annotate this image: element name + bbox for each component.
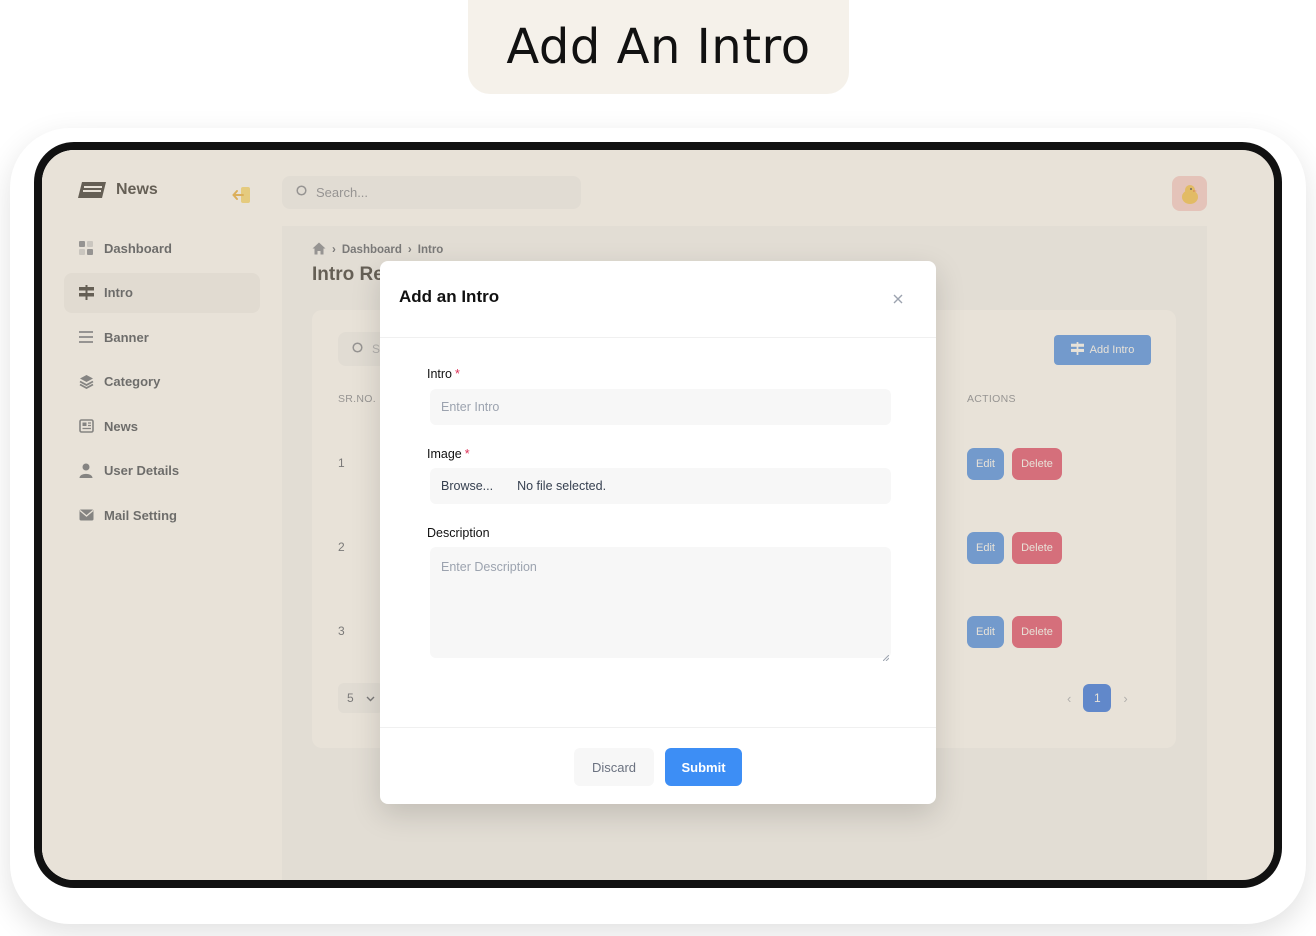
app-screen: News Dashboard Intro Banner Category New… xyxy=(42,150,1274,880)
description-textarea[interactable]: Enter Description xyxy=(430,547,891,662)
intro-label-text: Intro xyxy=(427,367,453,381)
image-label-text: Image xyxy=(427,447,462,461)
description-placeholder: Enter Description xyxy=(441,560,537,574)
submit-button[interactable]: Submit xyxy=(665,748,742,786)
modal-header: Add an Intro xyxy=(380,261,936,338)
modal-footer: Discard Submit xyxy=(380,727,936,804)
page-heading: Add An Intro xyxy=(468,0,849,94)
modal-title: Add an Intro xyxy=(399,287,500,306)
close-icon[interactable] xyxy=(890,291,906,307)
image-file-input[interactable]: Browse... No file selected. xyxy=(430,468,891,504)
browse-button[interactable]: Browse... xyxy=(441,479,493,493)
intro-input[interactable]: Enter Intro xyxy=(430,389,891,425)
add-intro-modal: Add an Intro Intro * Enter Intro Image * B… xyxy=(380,261,936,804)
intro-label: Intro * xyxy=(427,367,460,381)
file-status: No file selected. xyxy=(517,479,607,493)
intro-placeholder: Enter Intro xyxy=(441,400,500,414)
resize-handle-icon[interactable] xyxy=(882,650,890,662)
image-label: Image * xyxy=(427,447,470,461)
device-frame: News Dashboard Intro Banner Category New… xyxy=(34,142,1282,888)
discard-button[interactable]: Discard xyxy=(574,748,654,786)
required-mark: * xyxy=(464,447,470,461)
description-label: Description xyxy=(427,526,490,540)
required-mark: * xyxy=(455,367,460,381)
page-heading-text: Add An Intro xyxy=(506,19,811,75)
